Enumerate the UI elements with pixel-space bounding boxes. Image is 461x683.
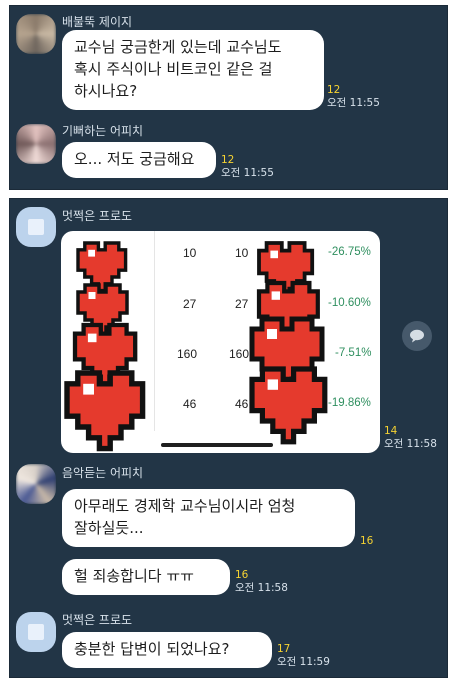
quantity-right: 27 xyxy=(235,297,249,311)
message-text: 교수님 궁금한게 있는데 교수님도 혹시 주식이나 비트코인 같은 걸 하시나요… xyxy=(74,38,282,100)
avatar-sender-2[interactable] xyxy=(16,124,56,164)
chat-panel-bottom: 멋쩍은 프로도 10 27 160 46 10 27 160 46 -26.75… xyxy=(9,198,448,678)
pixel-heart-icon xyxy=(252,369,325,442)
unread-count: 17 xyxy=(277,643,291,655)
avatar-sender-1[interactable] xyxy=(16,14,56,54)
message-meta: 12 오전 11:55 xyxy=(221,154,274,180)
message-meta: 12 오전 11:55 xyxy=(327,84,380,110)
unread-count: 16 xyxy=(360,535,374,547)
percent-change: -19.86% xyxy=(328,397,371,409)
avatar-sender-apeach[interactable] xyxy=(16,464,56,504)
percent-change: -10.60% xyxy=(328,297,371,309)
message-bubble[interactable]: 교수님 궁금한게 있는데 교수님도 혹시 주식이나 비트코인 같은 걸 하시나요… xyxy=(62,30,324,110)
quantity-right: 10 xyxy=(235,246,249,260)
quantity-left: 46 xyxy=(183,397,197,411)
quantity-right: 160 xyxy=(229,347,250,361)
message-time: 오전 11:55 xyxy=(327,97,380,109)
share-icon xyxy=(410,329,424,343)
percent-change: -7.51% xyxy=(335,347,372,359)
message-time: 오전 11:58 xyxy=(384,438,437,450)
home-indicator xyxy=(161,443,273,447)
message-meta: 14 오전 11:58 xyxy=(384,425,437,451)
percent-change: -26.75% xyxy=(328,246,371,258)
message-meta: 16 xyxy=(360,535,373,548)
message-text: 아무래도 경제학 교수님이시라 엄청 잘하실듯... xyxy=(74,497,296,537)
sender-name: 멋쩍은 프로도 xyxy=(62,209,133,223)
pixel-heart-icon xyxy=(67,373,143,449)
quantity-left: 27 xyxy=(183,297,197,311)
message-bubble[interactable]: 충분한 답변이 되었나요? xyxy=(62,632,272,668)
avatar-sender-frodo[interactable] xyxy=(16,612,56,652)
sender-name: 음악듣는 어피치 xyxy=(62,466,144,480)
unread-count: 14 xyxy=(384,425,398,437)
quantity-left: 160 xyxy=(177,347,198,361)
hearts-image xyxy=(61,241,380,453)
image-message[interactable]: 10 27 160 46 10 27 160 46 -26.75% -10.60… xyxy=(61,231,380,453)
message-text: 오... 저도 궁금해요 xyxy=(74,150,195,168)
image-divider xyxy=(154,231,155,431)
message-bubble[interactable]: 아무래도 경제학 교수님이시라 엄청 잘하실듯... xyxy=(62,489,355,547)
message-meta: 16 오전 11:58 xyxy=(235,569,288,595)
message-meta: 17 오전 11:59 xyxy=(277,643,330,669)
sender-name: 멋쩍은 프로도 xyxy=(62,613,133,627)
message-bubble[interactable]: 오... 저도 궁금해요 xyxy=(62,142,216,178)
unread-count: 12 xyxy=(327,84,341,96)
sender-name: 기뻐하는 어피치 xyxy=(62,124,144,138)
message-time: 오전 11:59 xyxy=(277,656,330,668)
avatar-sender-frodo[interactable] xyxy=(16,207,56,247)
quantity-right: 46 xyxy=(235,397,249,411)
message-time: 오전 11:58 xyxy=(235,582,288,594)
chat-panel-top: 배불뚝 제이지 교수님 궁금한게 있는데 교수님도 혹시 주식이나 비트코인 같… xyxy=(9,5,448,190)
message-text: 헐 죄송합니다 ㅠㅠ xyxy=(74,567,194,585)
unread-count: 12 xyxy=(221,154,235,166)
unread-count: 16 xyxy=(235,569,249,581)
share-button[interactable] xyxy=(402,321,432,351)
message-bubble[interactable]: 헐 죄송합니다 ㅠㅠ xyxy=(62,559,230,595)
sender-name: 배불뚝 제이지 xyxy=(62,15,133,29)
message-time: 오전 11:55 xyxy=(221,167,274,179)
message-text: 충분한 답변이 되었나요? xyxy=(74,640,230,658)
quantity-left: 10 xyxy=(183,246,197,260)
